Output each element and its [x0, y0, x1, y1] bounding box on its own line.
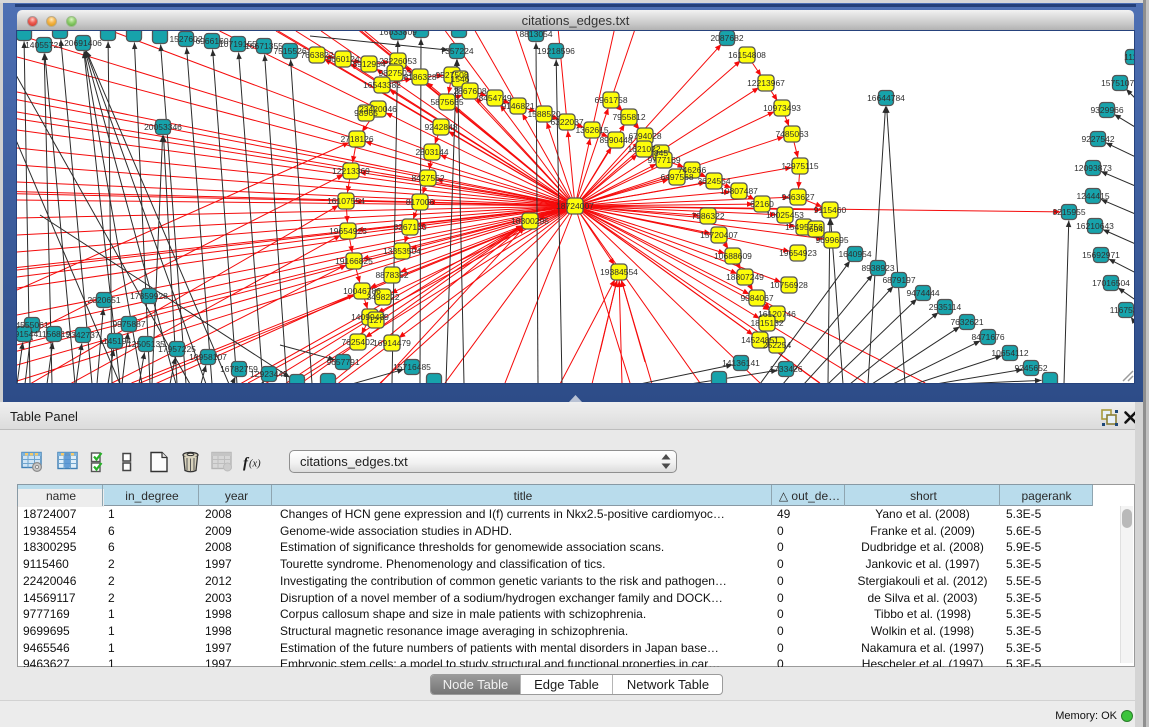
svg-text:(x): (x) — [249, 459, 261, 470]
